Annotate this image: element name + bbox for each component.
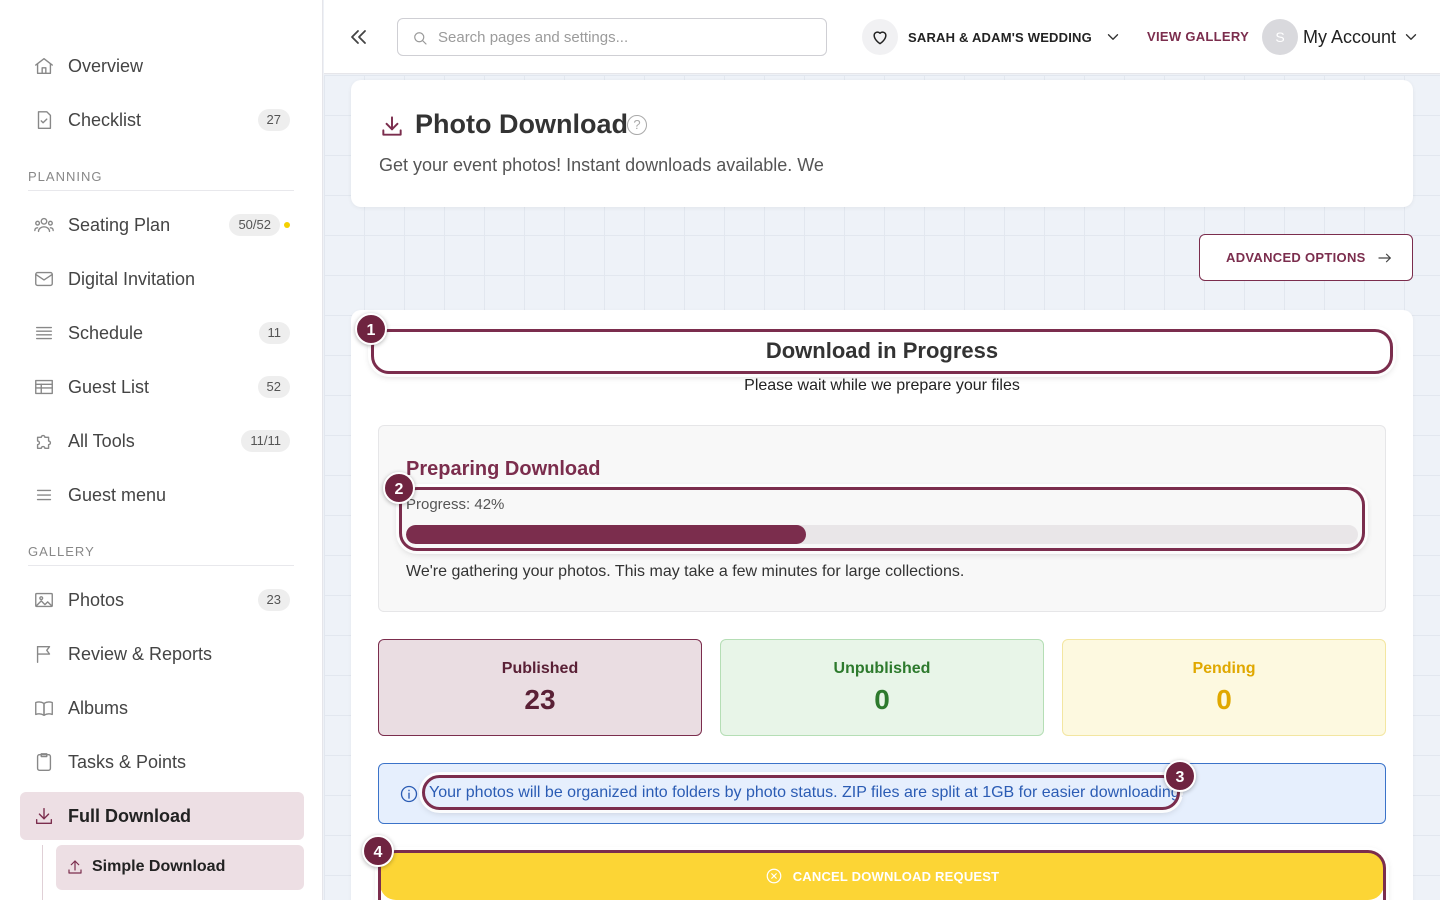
sidebar-item-label: Full Download xyxy=(68,805,191,826)
sidebar-subitem-label: Simple Download xyxy=(92,858,226,875)
event-name: SARAH & ADAM'S WEDDING xyxy=(908,29,1092,45)
sidebar-item-checklist[interactable]: Checklist 27 xyxy=(20,96,304,144)
divider xyxy=(28,565,294,566)
account-menu[interactable]: S My Account xyxy=(1262,19,1420,55)
page-title: Photo Download xyxy=(415,109,628,139)
sidebar-item-digital-invitation[interactable]: Digital Invitation xyxy=(20,255,304,303)
highlight-outline-2 xyxy=(399,487,1365,551)
count-badge: 11/11 xyxy=(241,430,290,452)
stat-label: Unpublished xyxy=(833,660,931,677)
sidebar-item-label: All Tools xyxy=(68,430,135,451)
count-badge: 52 xyxy=(257,376,290,398)
section-label-planning: PLANNING xyxy=(28,169,103,184)
sidebar-item-overview[interactable]: Overview xyxy=(20,42,304,90)
status-dot xyxy=(284,222,290,228)
sidebar-item-all-tools[interactable]: All Tools 11/11 xyxy=(20,417,304,465)
sidebar-item-label: Guest menu xyxy=(68,484,167,505)
home-icon xyxy=(33,55,55,77)
annotation-badge-4: 4 xyxy=(362,835,394,867)
event-selector[interactable]: SARAH & ADAM'S WEDDING xyxy=(862,18,1122,56)
sidebar-item-albums[interactable]: Albums xyxy=(20,684,304,732)
stat-value: 0 xyxy=(1216,684,1232,715)
highlight-outline-1 xyxy=(371,329,1393,374)
arrow-right-icon xyxy=(1376,249,1394,267)
sidebar-item-label: Albums xyxy=(68,697,129,718)
checklist-icon xyxy=(33,109,55,131)
sidebar-item-photos[interactable]: Photos 23 xyxy=(20,576,304,624)
stat-value: 0 xyxy=(874,684,890,715)
stat-label: Pending xyxy=(1192,660,1256,677)
chevron-down-icon xyxy=(1104,28,1122,46)
sidebar: Overview Checklist 27 PLANNING Seating P… xyxy=(0,0,323,900)
sidebar-item-guest-menu[interactable]: Guest menu xyxy=(20,471,304,519)
page-header-card: Photo Download ? Get your event photos! … xyxy=(351,80,1413,207)
mail-icon xyxy=(33,268,55,290)
download-status-subtitle: Please wait while we prepare your files xyxy=(744,377,1020,394)
sidebar-item-full-download[interactable]: Full Download xyxy=(20,792,304,840)
help-icon[interactable]: ? xyxy=(627,115,647,135)
image-icon xyxy=(33,589,55,611)
divider xyxy=(28,190,294,191)
preparing-title: Preparing Download xyxy=(406,458,601,480)
sidebar-item-label: Guest List xyxy=(68,376,150,397)
sidebar-item-label: Digital Invitation xyxy=(68,268,196,289)
highlight-outline-3 xyxy=(422,775,1180,810)
sidebar-item-label: Photos xyxy=(68,589,125,610)
account-label: My Account xyxy=(1303,26,1397,47)
avatar: S xyxy=(1262,19,1298,55)
count-badge: 27 xyxy=(257,109,290,131)
collapse-sidebar-icon[interactable] xyxy=(346,25,370,49)
upload-icon xyxy=(66,858,84,876)
preparing-note: We're gathering your photos. This may ta… xyxy=(406,563,965,580)
view-gallery-link[interactable]: VIEW GALLERY xyxy=(1147,29,1249,44)
sidebar-subitem-simple-download[interactable]: Simple Download xyxy=(56,845,304,890)
sidebar-item-label: Checklist xyxy=(68,109,142,130)
sidebar-item-review-reports[interactable]: Review & Reports xyxy=(20,630,304,678)
sidebar-item-label: Seating Plan xyxy=(68,214,171,235)
table-icon xyxy=(33,376,55,398)
page-subtitle: Get your event photos! Instant downloads… xyxy=(379,155,824,175)
stat-unpublished: Unpublished 0 xyxy=(720,639,1044,736)
download-icon xyxy=(379,113,405,139)
count-badge: 11 xyxy=(258,322,290,344)
annotation-badge-1: 1 xyxy=(355,313,387,345)
puzzle-icon xyxy=(33,430,55,452)
stat-value: 23 xyxy=(524,684,556,715)
menu-icon xyxy=(33,484,55,506)
count-badge: 23 xyxy=(257,589,290,611)
download-icon xyxy=(33,805,55,827)
search-input[interactable] xyxy=(438,19,818,55)
section-label-gallery: GALLERY xyxy=(28,544,95,559)
sidebar-item-label: Review & Reports xyxy=(68,643,213,664)
stat-pending: Pending 0 xyxy=(1062,639,1386,736)
people-icon xyxy=(33,214,55,236)
sub-nav-line xyxy=(42,845,43,900)
count-badge: 50/52 xyxy=(229,214,280,236)
sidebar-item-label: Overview xyxy=(68,55,144,76)
sidebar-item-tasks-points[interactable]: Tasks & Points xyxy=(20,738,304,786)
search-box xyxy=(397,18,827,56)
annotation-badge-2: 2 xyxy=(383,472,415,504)
advanced-options-button[interactable]: ADVANCED OPTIONS xyxy=(1199,234,1413,281)
sidebar-item-label: Schedule xyxy=(68,322,144,343)
stat-published: Published 23 xyxy=(378,639,702,736)
top-bar: SARAH & ADAM'S WEDDING VIEW GALLERY S My… xyxy=(324,0,1440,74)
sidebar-item-label: Tasks & Points xyxy=(68,751,187,772)
sidebar-item-schedule[interactable]: Schedule 11 xyxy=(20,309,304,357)
advanced-options-label: ADVANCED OPTIONS xyxy=(1226,250,1366,265)
sidebar-item-seating-plan[interactable]: Seating Plan 50/52 xyxy=(20,201,304,249)
stat-label: Published xyxy=(501,660,579,677)
book-icon xyxy=(33,697,55,719)
clipboard-icon xyxy=(33,751,55,773)
schedule-icon xyxy=(33,322,55,344)
info-icon xyxy=(399,784,419,804)
chevron-down-icon xyxy=(1402,28,1420,46)
flag-icon xyxy=(33,643,55,665)
search-icon xyxy=(411,29,429,47)
highlight-outline-4 xyxy=(378,850,1386,900)
heart-icon xyxy=(862,19,898,55)
sidebar-item-guest-list[interactable]: Guest List 52 xyxy=(20,363,304,411)
annotation-badge-3: 3 xyxy=(1164,760,1196,792)
